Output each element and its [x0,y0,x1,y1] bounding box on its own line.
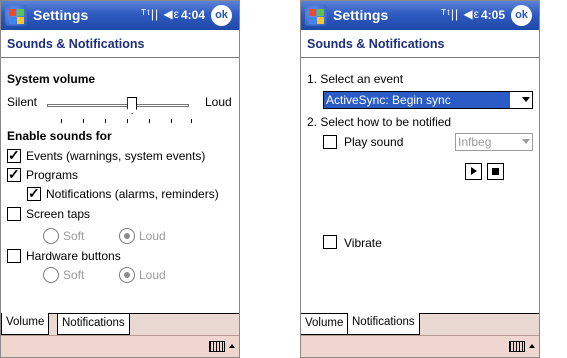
hardware-buttons-checkbox[interactable] [7,249,21,263]
screen-taps-loud-radio[interactable] [119,228,135,244]
ok-button[interactable]: ok [211,5,232,26]
menu-bar [1,335,239,357]
slider-tick [83,119,84,123]
chevron-down-icon[interactable] [522,97,530,102]
step1-label: 1. Select an event [307,72,404,86]
start-menu-icon[interactable] [305,5,327,26]
clock[interactable]: 4:04 [181,8,205,22]
page-title: Sounds & Notifications [7,37,145,51]
sound-dropdown-value: Infbeg [456,134,516,150]
slider-tick [171,119,172,123]
events-label[interactable]: Events (warnings, system events) [26,149,205,163]
slider-tick [105,119,106,123]
title-bar: Settings ᵀᵗ|| ◀ε 4:04 ok [1,1,239,30]
tab-strip: Volume Notifications [301,313,539,335]
vibrate-checkbox[interactable] [323,235,337,249]
screen-taps-label[interactable]: Screen taps [26,207,90,221]
slider-tick [191,119,192,123]
event-dropdown[interactable]: ActiveSync: Begin sync [323,91,533,109]
tab-volume[interactable]: Volume [301,314,349,335]
hardware-soft-radio[interactable] [43,267,59,283]
notifications-label[interactable]: Notifications (alarms, reminders) [46,187,219,201]
hardware-loud-radio[interactable] [119,267,135,283]
keyboard-icon[interactable] [209,341,225,352]
hardware-loud-label: Loud [139,268,166,282]
screen-taps-soft-radio[interactable] [43,228,59,244]
page-header: Sounds & Notifications [1,30,239,58]
sound-dropdown: Infbeg [455,133,533,151]
tab-strip: Volume Notifications [1,313,239,335]
event-dropdown-value[interactable]: ActiveSync: Begin sync [324,92,510,108]
slider-tick [127,119,128,123]
menu-bar [301,335,539,357]
notifications-checkbox[interactable] [27,185,41,202]
enable-sounds-label: Enable sounds for [7,129,112,143]
tab-notifications[interactable]: Notifications [57,314,130,335]
title-bar: Settings ᵀᵗ|| ◀ε 4:05 ok [301,1,539,30]
slider-track[interactable] [47,104,189,107]
notifications-screen: Settings ᵀᵗ|| ◀ε 4:05 ok Sounds & Notifi… [300,0,540,358]
volume-content: System volume Silent Loud Enable sounds … [1,59,239,313]
stop-button[interactable] [487,163,504,180]
input-panel-arrow-icon[interactable] [229,344,235,348]
keyboard-icon[interactable] [509,341,525,352]
play-sound-label[interactable]: Play sound [344,135,403,149]
hardware-soft-label: Soft [63,268,85,282]
chevron-down-icon [522,139,530,144]
slider-tick [149,119,150,123]
tab-notifications[interactable]: Notifications [347,313,420,335]
notifications-content: 1. Select an event ActiveSync: Begin syn… [301,59,539,313]
step2-label: 2. Select how to be notified [307,115,452,129]
play-sound-checkbox[interactable] [323,135,337,149]
tab-volume[interactable]: Volume [1,313,50,335]
play-button[interactable] [465,163,482,180]
screen-taps-checkbox[interactable] [7,207,21,221]
hardware-buttons-label[interactable]: Hardware buttons [26,249,121,263]
volume-slider[interactable] [1,79,239,123]
input-panel-arrow-icon[interactable] [529,344,535,348]
connectivity-volume-icons[interactable]: ᵀᵗ|| ◀ε [141,7,180,21]
screen-taps-soft-label: Soft [63,229,85,243]
connectivity-volume-icons[interactable]: ᵀᵗ|| ◀ε [441,7,480,21]
page-title: Sounds & Notifications [307,37,445,51]
start-menu-icon[interactable] [5,5,27,26]
slider-thumb[interactable] [127,97,138,114]
window-title: Settings [333,7,389,23]
clock[interactable]: 4:05 [481,8,505,22]
events-checkbox[interactable] [7,147,21,164]
window-title: Settings [33,7,89,23]
slider-tick [61,119,62,123]
ok-button[interactable]: ok [511,5,532,26]
programs-checkbox[interactable] [7,166,21,183]
screen-taps-loud-label: Loud [139,229,166,243]
page-header: Sounds & Notifications [301,30,539,58]
vibrate-label[interactable]: Vibrate [344,236,382,250]
programs-label[interactable]: Programs [26,168,78,182]
volume-screen: Settings ᵀᵗ|| ◀ε 4:04 ok Sounds & Notifi… [0,0,240,358]
